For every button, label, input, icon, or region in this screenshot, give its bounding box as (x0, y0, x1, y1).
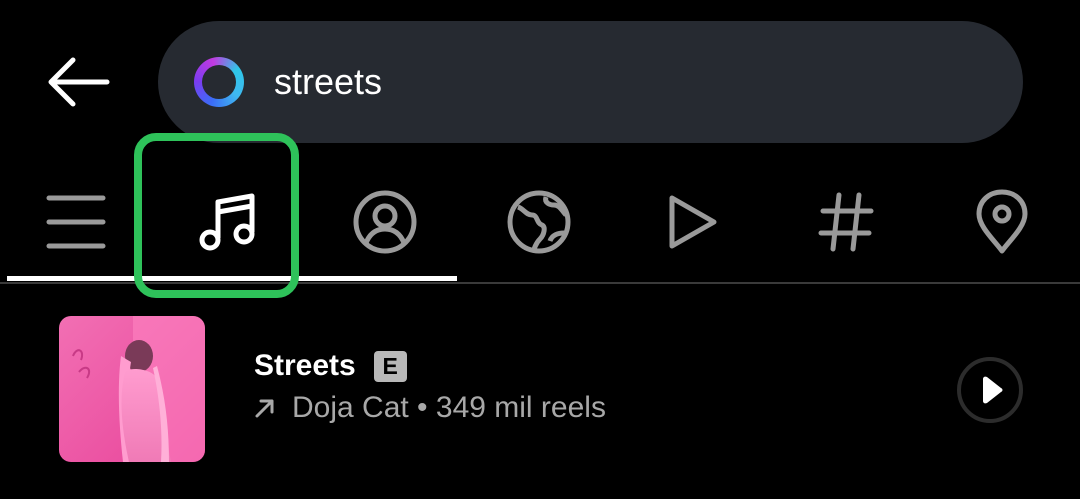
hashtag-icon (818, 192, 874, 252)
explicit-badge: E (373, 350, 407, 382)
tab-tags[interactable] (816, 180, 876, 264)
location-pin-icon (976, 189, 1028, 254)
meta-ai-ring-icon (194, 57, 244, 107)
tab-places[interactable] (972, 180, 1032, 264)
active-tab-indicator (7, 276, 457, 281)
play-preview-button[interactable] (957, 357, 1023, 423)
tab-explore[interactable] (504, 180, 574, 264)
search-bar[interactable] (158, 21, 1023, 143)
back-button[interactable] (40, 50, 116, 114)
music-note-icon (199, 193, 255, 251)
person-circle-icon (353, 190, 417, 254)
globe-icon (507, 190, 571, 254)
arrow-up-right-icon (254, 397, 276, 419)
tab-accounts[interactable] (350, 180, 420, 264)
album-art (59, 316, 205, 462)
tabs-divider (0, 282, 1080, 284)
arrow-left-icon (48, 57, 110, 107)
audio-result-row[interactable]: Streets E Doja Cat • 349 mil reels (0, 305, 1080, 475)
track-meta-line: Doja Cat • 349 mil reels (254, 391, 606, 425)
track-title-line: Streets E (254, 349, 407, 383)
menu-lines-icon (46, 195, 106, 249)
search-tabs (0, 150, 1080, 285)
tab-reels[interactable] (662, 180, 722, 264)
play-icon (669, 195, 717, 249)
track-title: Streets (254, 349, 356, 382)
track-meta: Doja Cat • 349 mil reels (292, 391, 606, 424)
tab-audio[interactable] (188, 180, 268, 264)
search-input[interactable] (272, 60, 876, 104)
tab-top[interactable] (44, 180, 108, 264)
play-icon (983, 376, 1003, 404)
